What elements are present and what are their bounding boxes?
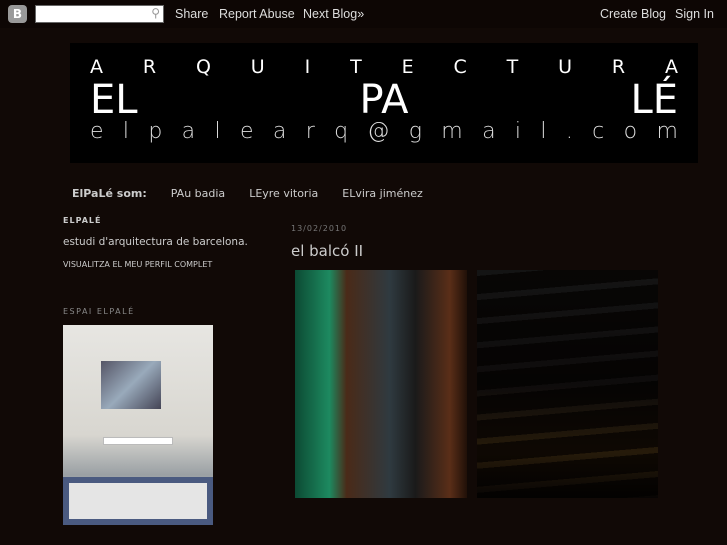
header-letter: A — [664, 56, 678, 78]
blogger-navbar: B ⚲ Share Report Abuse Next Blog» Create… — [0, 0, 727, 28]
header-letter: LÉ — [630, 77, 678, 123]
header-letter: I — [304, 56, 311, 78]
header-letter: i — [514, 119, 522, 144]
header-letter: @ — [367, 119, 390, 144]
header-letter: l — [214, 119, 221, 144]
header-letter: R — [611, 56, 626, 78]
post-photo-balcony[interactable] — [295, 270, 467, 498]
nav-link-elvira[interactable]: ELvira jiménez — [342, 187, 423, 200]
search-icon[interactable]: ⚲ — [151, 6, 160, 20]
create-blog-link[interactable]: Create Blog — [600, 7, 666, 21]
profile-description: estudi d'arquitectura de barcelona. — [63, 236, 248, 248]
blog-header[interactable]: ARQUITECTURA EL PA LÉ e l p a l e a r q @ g m a i l. c o m — [70, 43, 698, 163]
header-letter: p — [148, 119, 163, 144]
header-letter: A — [90, 56, 103, 78]
header-line-arquitectura: ARQUITECTURA — [90, 56, 678, 78]
header-letter: R — [142, 56, 157, 78]
header-letter: g — [408, 119, 422, 144]
header-letter: C — [453, 56, 467, 78]
share-link[interactable]: Share — [175, 7, 208, 21]
header-letter: o — [623, 119, 638, 144]
nav-label: ElPaLé som: — [72, 187, 147, 200]
post-photo-blinds[interactable] — [477, 270, 658, 498]
profile-link[interactable]: VISUALITZA EL MEU PERFIL COMPLET — [63, 260, 212, 269]
header-line-elpale: EL PA LÉ — [90, 79, 678, 121]
profile-title: ELPALÉ — [63, 216, 102, 225]
header-letter: T — [350, 56, 362, 78]
header-letter: q — [334, 119, 349, 144]
header-line-email: e l p a l e a r q @ g m a i l. c o m — [90, 119, 678, 144]
nav-link-leyre[interactable]: LEyre vitoria — [249, 187, 318, 200]
nav-link-pau[interactable]: PAu badia — [171, 187, 225, 200]
header-letter: Q — [195, 56, 211, 78]
section-title: ESPAI ELPALÉ — [63, 307, 135, 316]
header-letter: . — [565, 119, 573, 144]
next-blog-link[interactable]: Next Blog» — [303, 7, 364, 21]
header-letter: a — [272, 119, 287, 144]
header-letter: m — [441, 119, 463, 144]
header-letter: a — [482, 119, 496, 144]
pages-nav: ElPaLé som: PAu badia LEyre vitoria ELvi… — [72, 187, 447, 200]
header-letter: c — [592, 119, 605, 144]
header-letter: e — [90, 119, 104, 144]
search-input[interactable]: ⚲ — [35, 5, 164, 23]
header-letter: r — [305, 119, 315, 144]
sign-in-link[interactable]: Sign In — [675, 7, 714, 21]
header-letter: l — [540, 119, 547, 144]
header-letter: a — [181, 119, 196, 144]
blogger-logo-icon[interactable]: B — [8, 5, 27, 23]
header-letter: m — [656, 119, 678, 144]
header-letter: U — [558, 56, 573, 78]
header-letter: U — [250, 56, 265, 78]
header-letter: EL — [90, 77, 138, 123]
header-letter: T — [506, 56, 519, 78]
espai-photo[interactable] — [63, 325, 213, 525]
post-date: 13/02/2010 — [291, 224, 348, 233]
header-letter: E — [401, 56, 414, 78]
header-letter: e — [239, 119, 254, 144]
report-abuse-link[interactable]: Report Abuse — [219, 7, 295, 21]
header-letter: PA — [359, 77, 409, 123]
header-letter: l — [122, 119, 130, 144]
post-title[interactable]: el balcó II — [291, 242, 363, 260]
